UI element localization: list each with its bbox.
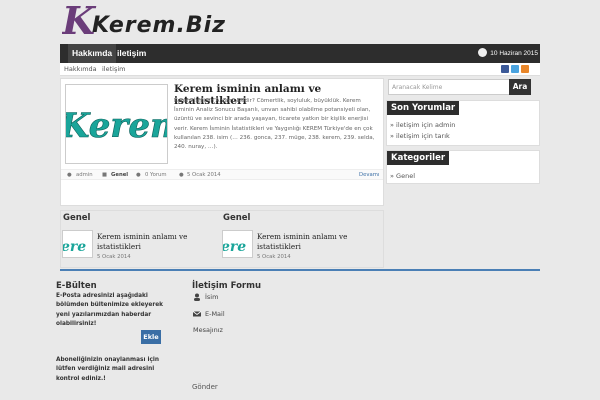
clock-icon [478, 47, 488, 57]
newsletter-title: E-Bülten [56, 281, 97, 291]
search-placeholder: Aranacak Kelime [392, 84, 443, 91]
footer-divider [60, 269, 540, 271]
newsletter-submit-button[interactable]: Ekle [141, 330, 161, 344]
category-column: Genel ere Kerem isminin anlamı ve istati… [61, 210, 221, 268]
recent-comments-title: Son Yorumlar [387, 101, 460, 115]
categories-title: Kategoriler [387, 151, 450, 165]
post-meta: ● admin ■ Genel ● 0 Yorum ● 5 Ocak 2014 … [61, 169, 383, 180]
subnav-item-iletisim[interactable]: iletişim [102, 65, 126, 73]
user-icon: ● [67, 172, 72, 178]
svg-text:ere: ere [223, 239, 246, 255]
nav-date: 10 Haziran 2015 [478, 44, 538, 63]
category-item[interactable]: » Genel [390, 172, 415, 180]
contact-submit-button[interactable]: Gönder [192, 383, 218, 391]
logo-graphic: K Kerem.Biz [61, 0, 226, 43]
category-heading[interactable]: Genel [223, 213, 250, 223]
main-nav: Hakkımda iletişim 10 Haziran 2015 [60, 44, 540, 63]
post-thumbnail[interactable]: Kerem [65, 84, 168, 164]
sub-nav: Hakkımda iletişim [60, 63, 540, 76]
read-more-link[interactable]: Devamı [359, 172, 379, 178]
svg-text:Kerem: Kerem [66, 106, 168, 146]
facebook-icon[interactable] [501, 65, 509, 73]
recent-comments-widget: Son Yorumlar » iletişim için admin » ile… [386, 100, 540, 146]
nav-item-iletisim[interactable]: iletişim [117, 44, 146, 63]
comment-icon: ● [136, 172, 141, 178]
contact-form-title: İletişim Formu [192, 281, 262, 291]
category-heading[interactable]: Genel [63, 213, 90, 223]
post-category[interactable]: Genel [111, 172, 128, 178]
contact-message-field[interactable]: Mesajınız [193, 326, 223, 334]
search-button[interactable]: Ara [509, 79, 531, 95]
newsletter-note: Aboneliğinizin onaylanması için lütfen v… [56, 357, 159, 382]
user-icon [194, 293, 200, 301]
contact-name-field[interactable]: İsim [205, 293, 218, 301]
post-date: 5 Ocak 2014 [187, 172, 221, 178]
svg-text:ere: ere [63, 239, 86, 255]
category-post-thumbnail[interactable]: ere [222, 230, 253, 258]
calendar-icon: ● [179, 172, 184, 178]
mail-icon [193, 311, 201, 317]
site-logo[interactable]: K Kerem.Biz [61, 0, 272, 43]
thumbnail-image: Kerem [66, 85, 168, 163]
twitter-icon[interactable] [511, 65, 519, 73]
recent-comment-link[interactable]: iletişim [396, 121, 420, 129]
folder-icon: ■ [102, 172, 108, 178]
post-excerpt: Kerem İsminin Anlamı Nedir? Cömertlik, s… [174, 98, 375, 151]
post-comments[interactable]: 0 Yorum [145, 172, 167, 178]
date-text: 10 Haziran 2015 [490, 50, 538, 57]
category-column: Genel ere Kerem isminin anlamı ve istati… [221, 210, 381, 268]
rss-icon[interactable] [521, 65, 529, 73]
category-post-title[interactable]: Kerem isminin anlamı ve istatistikleri [257, 232, 375, 252]
category-post-title[interactable]: Kerem isminin anlamı ve istatistikleri [97, 232, 215, 252]
post-card: Kerem Kerem isminin anlamı ve istatistik… [60, 78, 384, 206]
nav-item-hakkimda[interactable]: Hakkımda [68, 44, 117, 63]
recent-comment-item: » iletişim için tarık [390, 132, 450, 140]
recent-comment-item: » iletişim için admin [390, 121, 456, 129]
logo-text: Kerem.Biz [92, 13, 226, 38]
contact-email-field[interactable]: E-Mail [205, 310, 225, 318]
category-post-thumbnail[interactable]: ere [62, 230, 93, 258]
category-post-date: 5 Ocak 2014 [97, 254, 131, 260]
newsletter-text: E-Posta adresinizi aşağıdaki bölümden bü… [56, 293, 164, 327]
recent-comment-link[interactable]: iletişim [396, 132, 420, 140]
post-author[interactable]: admin [76, 172, 93, 178]
category-post-date: 5 Ocak 2014 [257, 254, 291, 260]
subnav-item-hakkimda[interactable]: Hakkımda [64, 65, 97, 73]
categories-widget: Kategoriler » Genel [386, 150, 540, 184]
